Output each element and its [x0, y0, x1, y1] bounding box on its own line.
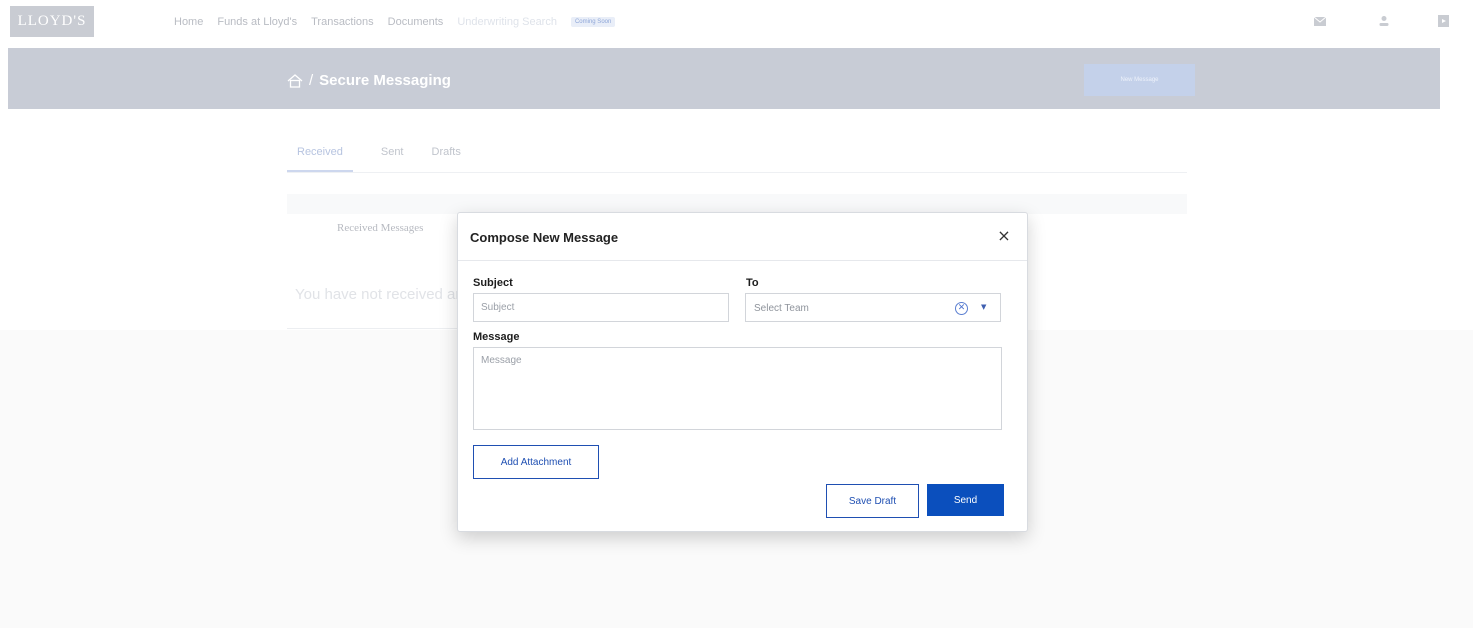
coming-soon-badge: Coming Soon	[570, 17, 616, 27]
received-messages-label: Received Messages	[337, 222, 424, 234]
to-label: To	[746, 277, 759, 289]
team-select-placeholder: Select Team	[754, 303, 809, 314]
nav-underwriting-search[interactable]: Underwriting Search	[457, 16, 557, 28]
empty-divider	[287, 328, 467, 329]
main-nav: Home Funds at Lloyd's Transactions Docum…	[174, 16, 616, 28]
message-textarea[interactable]	[473, 347, 1002, 430]
clear-circle-icon[interactable]: ✕	[955, 302, 968, 315]
team-select[interactable]: Select Team ✕ ▼	[745, 293, 1001, 322]
subject-label: Subject	[473, 277, 513, 289]
message-tabs: Received Sent Drafts	[287, 146, 461, 172]
tab-received[interactable]: Received	[287, 146, 353, 172]
subject-input[interactable]	[473, 293, 729, 322]
tab-sent[interactable]: Sent	[381, 146, 404, 172]
new-message-button[interactable]: New Message	[1084, 64, 1195, 96]
tab-drafts[interactable]: Drafts	[432, 146, 461, 172]
home-icon[interactable]	[287, 73, 303, 88]
user-icon[interactable]	[1377, 14, 1391, 28]
page-title: Secure Messaging	[319, 72, 451, 89]
caret-down-icon[interactable]: ▼	[981, 303, 986, 311]
modal-title: Compose New Message	[470, 230, 619, 245]
page-header-band	[8, 48, 1440, 109]
nav-transactions[interactable]: Transactions	[311, 16, 374, 28]
logout-icon[interactable]	[1437, 14, 1451, 28]
nav-documents[interactable]: Documents	[388, 16, 444, 28]
top-navigation-bar: LLOYD'S Home Funds at Lloyd's Transactio…	[0, 0, 1473, 48]
close-icon[interactable]: ×	[995, 227, 1013, 245]
nav-funds-at-lloyds[interactable]: Funds at Lloyd's	[217, 16, 297, 28]
nav-home[interactable]: Home	[174, 16, 203, 28]
tabs-divider	[287, 172, 1187, 173]
send-button[interactable]: Send	[927, 484, 1004, 516]
modal-header: Compose New Message ×	[458, 213, 1027, 261]
breadcrumb: / Secure Messaging	[287, 72, 451, 89]
add-attachment-button[interactable]: Add Attachment	[473, 445, 599, 479]
lloyds-logo[interactable]: LLOYD'S	[10, 6, 94, 37]
compose-message-modal: Compose New Message × Subject To Select …	[457, 212, 1028, 532]
save-draft-button[interactable]: Save Draft	[826, 484, 919, 518]
breadcrumb-separator: /	[309, 72, 314, 89]
message-label: Message	[473, 331, 520, 343]
mail-icon[interactable]	[1313, 14, 1327, 28]
list-header-band	[287, 194, 1187, 214]
